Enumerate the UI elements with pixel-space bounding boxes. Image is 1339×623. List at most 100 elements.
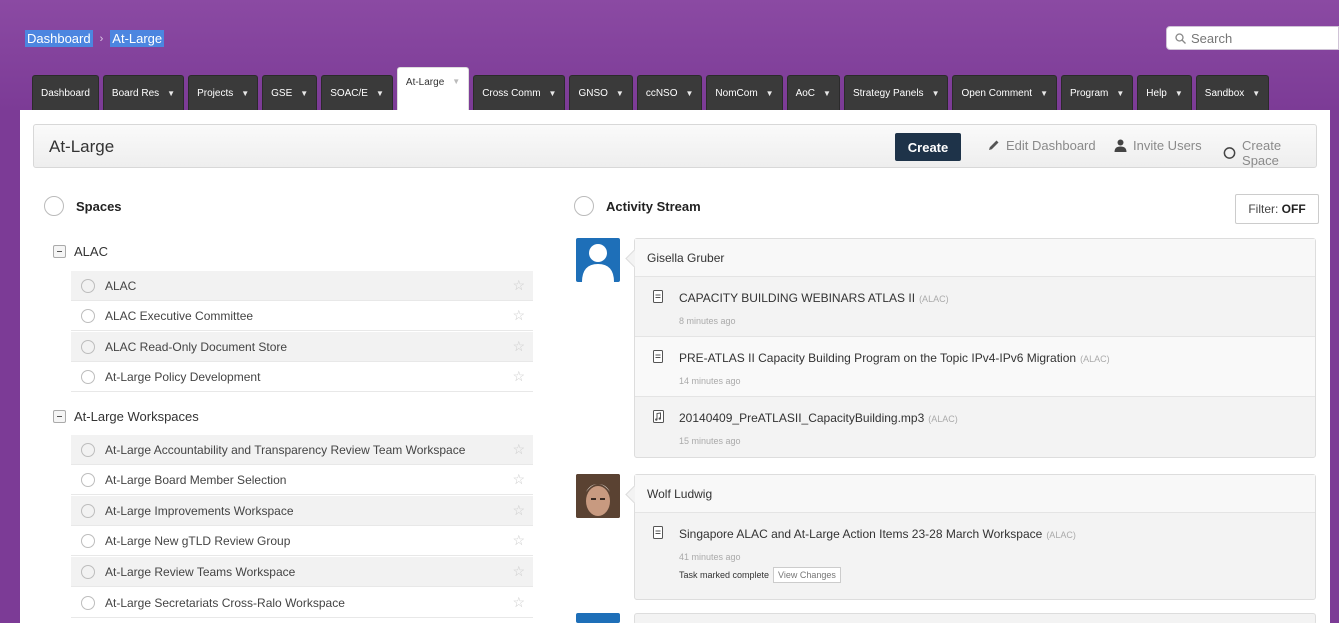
activity-item-title[interactable]: 20140409_PreATLASII_CapacityBuilding.mp3: [679, 411, 924, 425]
tab-program[interactable]: Program ▼: [1061, 75, 1134, 110]
caret-down-icon: ▼: [931, 88, 940, 98]
activity-item-space[interactable]: (ALAC): [1046, 530, 1076, 540]
star-icon[interactable]: ☆: [512, 532, 525, 549]
space-item[interactable]: At-Large New gTLD Review Group ☆: [71, 526, 533, 556]
activity-item-space[interactable]: (ALAC): [919, 294, 949, 304]
space-item[interactable]: At-Large Policy Development ☆: [71, 362, 533, 392]
activity-item-title[interactable]: PRE-ATLAS II Capacity Building Program o…: [679, 351, 1076, 365]
space-item[interactable]: At-Large Improvements Workspace ☆: [71, 496, 533, 526]
edit-dashboard-button[interactable]: Edit Dashboard: [987, 138, 1096, 153]
space-name[interactable]: ALAC Executive Committee: [105, 309, 253, 323]
view-changes-button[interactable]: View Changes: [773, 567, 841, 583]
invite-users-button[interactable]: Invite Users: [1114, 138, 1202, 153]
star-icon[interactable]: ☆: [512, 502, 525, 519]
star-icon[interactable]: ☆: [512, 368, 525, 385]
create-space-button[interactable]: Create Space: [1223, 138, 1316, 168]
star-icon[interactable]: ☆: [512, 441, 525, 458]
tab-gse[interactable]: GSE ▼: [262, 75, 318, 110]
breadcrumb: Dashboard › At-Large: [25, 30, 165, 47]
tab-label: Sandbox: [1204, 87, 1245, 99]
collapse-icon[interactable]: [53, 410, 66, 423]
star-icon[interactable]: ☆: [512, 277, 525, 294]
tab-label: Strategy Panels: [852, 87, 924, 99]
star-icon[interactable]: ☆: [512, 471, 525, 488]
activity-item-title[interactable]: Singapore ALAC and At-Large Action Items…: [679, 527, 1042, 541]
tab-open-comment[interactable]: Open Comment ▼: [952, 75, 1057, 110]
activity-item-title[interactable]: CAPACITY BUILDING WEBINARS ATLAS II: [679, 291, 915, 305]
spaces-heading-label: Spaces: [76, 198, 122, 214]
spaces-icon: [44, 196, 64, 216]
activity-user[interactable]: Wolf Ludwig: [635, 475, 1315, 513]
activity-user[interactable]: Gisella Gruber: [635, 239, 1315, 277]
space-name[interactable]: At-Large Accountability and Transparency…: [105, 443, 465, 457]
avatar[interactable]: [576, 238, 620, 282]
activity-item-time: 15 minutes ago: [679, 436, 741, 446]
collapse-icon[interactable]: [53, 245, 66, 258]
tab-sandbox[interactable]: Sandbox ▼: [1195, 75, 1270, 110]
space-item[interactable]: ALAC Read-Only Document Store ☆: [71, 332, 533, 362]
caret-down-icon: ▼: [1174, 88, 1183, 98]
tab-at-large[interactable]: At-Large ▼: [396, 67, 470, 110]
space-group-at-large-workspaces[interactable]: At-Large Workspaces: [53, 409, 199, 424]
star-icon[interactable]: ☆: [512, 307, 525, 324]
space-group-alac[interactable]: ALAC: [53, 244, 108, 259]
star-icon[interactable]: ☆: [512, 563, 525, 580]
page-title: At-Large: [49, 137, 115, 156]
search-input[interactable]: [1191, 30, 1331, 46]
tab-label: Program: [1070, 87, 1109, 99]
space-name[interactable]: At-Large Policy Development: [105, 370, 260, 384]
caret-down-icon: ▼: [241, 88, 250, 98]
tab-label: Dashboard: [41, 87, 90, 99]
tab-help[interactable]: Help ▼: [1137, 75, 1192, 110]
tab-gnso[interactable]: GNSO ▼: [569, 75, 633, 110]
tab-projects[interactable]: Projects ▼: [188, 75, 259, 110]
space-name[interactable]: At-Large Secretariats Cross-Ralo Workspa…: [105, 596, 345, 610]
space-item[interactable]: At-Large Board Member Selection ☆: [71, 465, 533, 495]
search-box[interactable]: [1166, 26, 1339, 50]
circle-outline-icon: [1223, 147, 1236, 159]
invite-users-label: Invite Users: [1133, 138, 1202, 153]
filter-label: Filter:: [1248, 202, 1279, 216]
create-button[interactable]: Create: [895, 133, 961, 161]
tab-aoc[interactable]: AoC ▼: [786, 75, 840, 110]
tab-cross-comm[interactable]: Cross Comm ▼: [473, 75, 566, 110]
tab-label: AoC: [795, 87, 816, 99]
activity-item: 20140409_PreATLASII_CapacityBuilding.mp3…: [635, 397, 1315, 457]
activity-item-space[interactable]: (ALAC): [1080, 354, 1110, 364]
space-name[interactable]: ALAC Read-Only Document Store: [105, 340, 287, 354]
space-name[interactable]: At-Large New gTLD Review Group: [105, 534, 290, 548]
breadcrumb-dashboard[interactable]: Dashboard: [25, 30, 93, 47]
breadcrumb-at-large[interactable]: At-Large: [110, 30, 165, 47]
tab-label: SOAC/E: [330, 87, 368, 99]
space-item[interactable]: At-Large Accountability and Transparency…: [71, 435, 533, 465]
clock-icon: [574, 196, 594, 216]
space-item[interactable]: At-Large Secretariats Cross-Ralo Workspa…: [71, 588, 533, 618]
group-label: At-Large Workspaces: [74, 409, 199, 424]
tab-label: Board Res: [111, 87, 160, 99]
caret-down-icon: ▼: [1252, 88, 1261, 98]
avatar[interactable]: [576, 474, 620, 518]
dashboard-content: At-Large Create Edit Dashboard Invite Us…: [20, 110, 1330, 623]
tab-nomcom[interactable]: NomCom ▼: [706, 75, 783, 110]
tab-board-res[interactable]: Board Res ▼: [102, 75, 185, 110]
space-name[interactable]: At-Large Improvements Workspace: [105, 504, 294, 518]
space-item[interactable]: ALAC Executive Committee ☆: [71, 301, 533, 331]
tab-soace[interactable]: SOAC/E ▼: [321, 75, 393, 110]
star-icon[interactable]: ☆: [512, 338, 525, 355]
caret-down-icon: ▼: [452, 77, 461, 86]
activity-item-space[interactable]: (ALAC): [928, 414, 958, 424]
space-name[interactable]: At-Large Board Member Selection: [105, 473, 286, 487]
tab-ccnso[interactable]: ccNSO ▼: [636, 75, 703, 110]
tab-strategy-panels[interactable]: Strategy Panels ▼: [843, 75, 949, 110]
space-item[interactable]: ALAC ☆: [71, 271, 533, 301]
tab-label: Open Comment: [961, 87, 1033, 99]
space-avatar-icon: [81, 595, 95, 610]
star-icon[interactable]: ☆: [512, 594, 525, 611]
tab-dashboard[interactable]: Dashboard: [32, 75, 99, 110]
space-name[interactable]: At-Large Review Teams Workspace: [105, 565, 295, 579]
avatar[interactable]: [576, 613, 620, 623]
filter-toggle-button[interactable]: Filter: OFF: [1235, 194, 1319, 224]
space-name[interactable]: ALAC: [105, 279, 136, 293]
activity-stream-heading: Activity Stream: [574, 196, 701, 216]
space-item[interactable]: At-Large Review Teams Workspace ☆: [71, 557, 533, 587]
